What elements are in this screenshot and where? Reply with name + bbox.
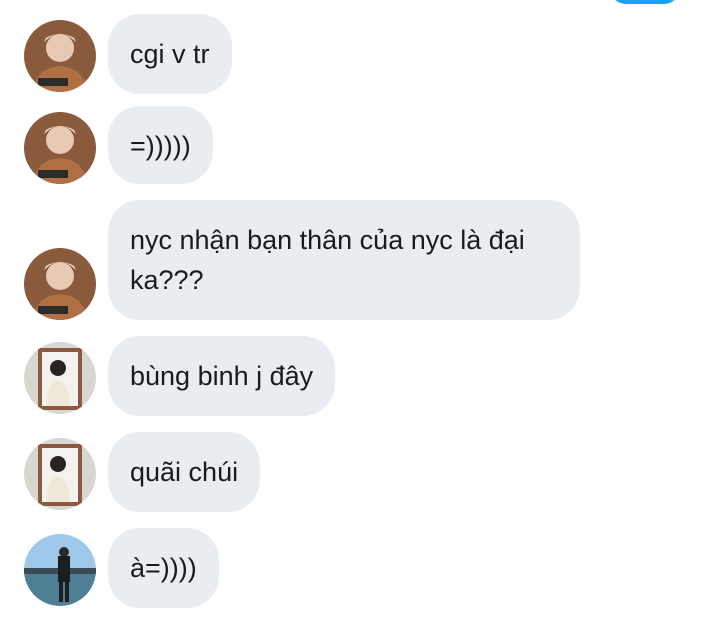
avatar[interactable]	[24, 438, 96, 510]
person-c-avatar-icon	[24, 534, 96, 606]
person-b-avatar-icon	[24, 438, 96, 510]
person-a-avatar-icon	[24, 112, 96, 184]
person-a-avatar-icon	[24, 20, 96, 92]
person-a-avatar-icon	[24, 248, 96, 320]
message-bubble[interactable]: nyc nhận bạn thân của nyc là đại ka???	[108, 200, 580, 320]
outgoing-bubble-edge	[610, 0, 680, 4]
person-b-avatar-icon	[24, 342, 96, 414]
message-bubble[interactable]: à=))))	[108, 528, 219, 608]
avatar[interactable]	[24, 248, 96, 320]
message-bubble[interactable]: cgi v tr	[108, 14, 232, 94]
avatar[interactable]	[24, 342, 96, 414]
message-bubble[interactable]: bùng binh j đây	[108, 336, 336, 416]
avatar[interactable]	[24, 20, 96, 92]
avatar[interactable]	[24, 112, 96, 184]
avatar[interactable]	[24, 534, 96, 606]
message-bubble[interactable]: quãi chúi	[108, 432, 261, 512]
message-bubble[interactable]: =)))))	[108, 106, 213, 184]
